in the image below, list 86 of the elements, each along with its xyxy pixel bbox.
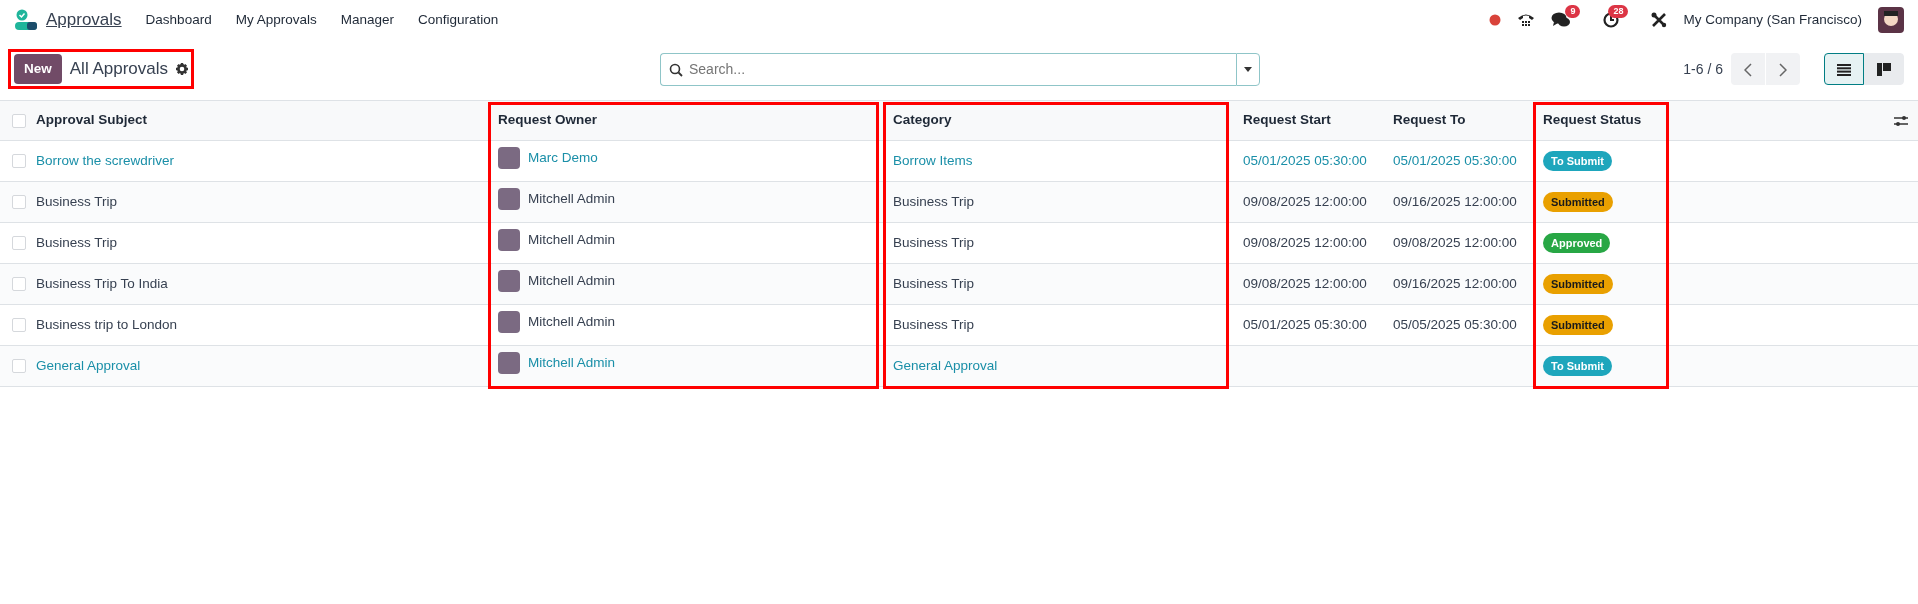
column-header[interactable]: Request To: [1381, 100, 1531, 141]
company-name[interactable]: My Company (San Francisco): [1683, 9, 1862, 31]
row-checkbox[interactable]: [12, 359, 26, 374]
avatar-placeholder: [498, 146, 520, 169]
search-dropdown-toggle[interactable]: [1236, 52, 1260, 86]
avatar-placeholder: [498, 187, 520, 210]
settings-icon[interactable]: [176, 63, 189, 75]
table-cell: Business Trip: [881, 181, 1231, 223]
table-cell: Business Trip: [881, 263, 1231, 305]
owner-chip[interactable]: Marc Demo: [498, 146, 598, 169]
pager-value: 1-6 / 6: [1683, 59, 1723, 79]
row-checkbox[interactable]: [12, 236, 26, 251]
table-cell: 05/01/2025 05:30:00: [1231, 140, 1381, 182]
status-tag: Approved: [1543, 232, 1611, 254]
table-cell: 05/01/2025 05:30:00: [1381, 140, 1531, 182]
view-title: All Approvals: [69, 58, 169, 81]
owner-name[interactable]: Mitchell Admin: [528, 270, 616, 291]
table-cell[interactable]: Business trip to London: [36, 304, 486, 346]
table-cell: Business Trip: [881, 304, 1231, 346]
table-cell: 09/08/2025 12:00:00: [1231, 222, 1381, 264]
avatar-placeholder: [498, 351, 520, 374]
table-cell[interactable]: General Approval: [36, 345, 486, 387]
search-field[interactable]: Search...: [660, 52, 1236, 86]
avatar-placeholder: [498, 310, 520, 333]
table-cell[interactable]: Business Trip: [36, 181, 486, 223]
owner-name[interactable]: Mitchell Admin: [528, 229, 616, 250]
row-checkbox[interactable]: [12, 154, 26, 169]
phone-icon[interactable]: [1517, 12, 1536, 28]
clock-icon[interactable]: [1603, 12, 1620, 28]
table-cell: 09/08/2025 12:00:00: [1381, 222, 1531, 264]
avatar-placeholder: [498, 228, 520, 251]
status-tag: To Submit: [1543, 150, 1612, 172]
menu-item[interactable]: Manager: [340, 9, 394, 31]
owner-name[interactable]: Mitchell Admin: [528, 188, 616, 209]
chevron-left-icon: [1744, 62, 1752, 77]
table-cell: 09/08/2025 12:00:00: [1231, 263, 1381, 305]
status-dot-icon: [1489, 14, 1502, 26]
list-icon: [1837, 63, 1851, 76]
menu-item[interactable]: Configuration: [418, 9, 499, 31]
table-cell[interactable]: Borrow the screwdriver: [36, 140, 486, 182]
status-tag: Submitted: [1543, 191, 1613, 213]
user-avatar[interactable]: [1878, 7, 1904, 33]
column-header[interactable]: Approval Subject: [36, 100, 486, 141]
message-count: 9: [1565, 5, 1581, 18]
table-cell[interactable]: Business Trip To India: [36, 263, 486, 305]
kanban-icon: [1877, 63, 1891, 77]
table-cell: General Approval: [881, 345, 1231, 387]
app-logo-icon[interactable]: [14, 9, 38, 31]
new-button[interactable]: New: [14, 53, 62, 85]
table-cell: 05/05/2025 05:30:00: [1381, 304, 1531, 346]
activity-count: 28: [1608, 5, 1629, 18]
search-icon: [669, 62, 683, 77]
owner-name[interactable]: Marc Demo: [528, 147, 598, 168]
owner-chip[interactable]: Mitchell Admin: [498, 187, 616, 210]
row-checkbox[interactable]: [12, 318, 26, 333]
tools-icon[interactable]: [1651, 12, 1668, 28]
view-list-button[interactable]: [1824, 53, 1864, 85]
select-all-checkbox[interactable]: [12, 113, 26, 128]
chevron-right-icon: [1779, 62, 1787, 77]
row-checkbox[interactable]: [12, 277, 26, 292]
menu-item[interactable]: Dashboard: [145, 9, 212, 31]
row-checkbox[interactable]: [12, 195, 26, 210]
owner-chip[interactable]: Mitchell Admin: [498, 351, 616, 374]
column-settings-icon[interactable]: [1894, 114, 1908, 127]
view-kanban-button[interactable]: [1864, 53, 1904, 85]
table-cell: Business Trip: [881, 222, 1231, 264]
table-cell: 05/01/2025 05:30:00: [1231, 304, 1381, 346]
table-cell[interactable]: Business Trip: [36, 222, 486, 264]
owner-chip[interactable]: Mitchell Admin: [498, 228, 616, 251]
owner-name[interactable]: Mitchell Admin: [528, 352, 616, 373]
table-cell: 09/16/2025 12:00:00: [1381, 263, 1531, 305]
avatar-placeholder: [498, 269, 520, 292]
owner-chip[interactable]: Mitchell Admin: [498, 310, 616, 333]
status-tag: To Submit: [1543, 355, 1612, 377]
status-tag: Submitted: [1543, 314, 1613, 336]
table-cell: 09/08/2025 12:00:00: [1231, 181, 1381, 223]
column-header[interactable]: Request Start: [1231, 100, 1381, 141]
menu-item[interactable]: My Approvals: [235, 9, 317, 31]
owner-chip[interactable]: Mitchell Admin: [498, 269, 616, 292]
table-cell: Borrow Items: [881, 140, 1231, 182]
chat-icon[interactable]: [1551, 12, 1572, 28]
app-name[interactable]: Approvals: [46, 7, 122, 33]
table-cell: 09/16/2025 12:00:00: [1381, 181, 1531, 223]
owner-name[interactable]: Mitchell Admin: [528, 311, 616, 332]
caret-icon: [1244, 66, 1252, 72]
status-tag: Submitted: [1543, 273, 1613, 295]
